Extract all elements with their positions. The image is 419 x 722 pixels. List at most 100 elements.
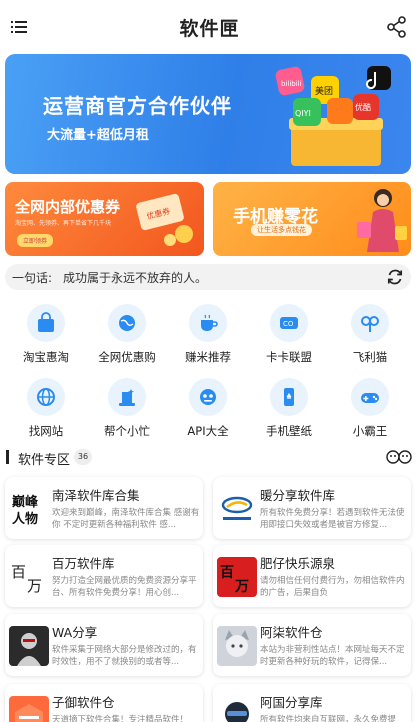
card-title: 阿国分享库 — [260, 695, 323, 710]
claim-coupon-button[interactable]: 立即领券 — [17, 234, 54, 247]
software-section-header: 软件专区 36 — [0, 446, 419, 468]
card-icon: CO — [280, 317, 298, 329]
coupon-ticket-icon: 优惠券 — [136, 193, 193, 246]
cat-girl-avatar-icon — [225, 630, 249, 657]
grid-item-xiaobawang-circle — [351, 378, 389, 416]
nuan-share-logo — [221, 496, 253, 520]
software-card-baiwan[interactable]: 百 万 百万软件库 努力打造全网最优质的免费资源分享平台、所有软件免费分享！用心… — [5, 545, 203, 607]
coupon-promo-card[interactable]: 全网内部优惠券 淘宝网、先领券、再下单省下几千块 立即领券 优惠券 — [5, 182, 204, 256]
grid-item-quanwang-circle — [108, 304, 146, 342]
grid-item-label: 卡卡联盟 — [266, 350, 312, 364]
mascot-faces-icon[interactable] — [385, 448, 413, 466]
software-card-aqi[interactable]: 阿柒软件仓 本站为非营利性站点！本网址每天不定时更新各种好玩的软件，记得保... — [213, 614, 411, 676]
section-accent-bar — [6, 450, 9, 464]
banner-title: 运营商官方合作伙伴 — [43, 94, 232, 118]
card-thumbnail — [217, 489, 257, 529]
shopping-bag-icon — [38, 312, 54, 332]
glasses-icon — [361, 316, 379, 332]
wa-avatar-icon — [17, 633, 41, 666]
grid-item-label: 赚米推荐 — [185, 350, 231, 364]
grid-item-label: 帮个小忙 — [104, 424, 150, 438]
grid-item-bizhi[interactable]: 手机壁纸 — [249, 378, 329, 439]
carrier-partner-banner[interactable]: 运营商官方合作伙伴 大流量+超低月租 bilibili 美团 QIYI 优酷 — [5, 54, 411, 174]
software-card-aguo[interactable]: 阿国分享库 所有软件均来自互联网，永久免费提供！如 — [213, 684, 411, 722]
grid-item-kaka[interactable]: CO 卡卡联盟 — [249, 304, 329, 365]
grid-item-api[interactable]: API大全 — [168, 378, 248, 439]
svg-text:万: 万 — [27, 577, 42, 595]
software-card-nanze[interactable]: 巅峰 人物 南泽软件库合集 欢迎来到巅峰，南泽软件库合集 感谢有你 不定时更新各… — [5, 477, 203, 539]
gamepad-icon — [361, 393, 379, 403]
svg-text:巅峰: 巅峰 — [12, 494, 39, 510]
grid-item-quanwang[interactable]: 全网优惠购 — [87, 304, 167, 365]
coffee-cup-icon — [201, 314, 218, 331]
coupon-promo-desc: 淘宝网、先领券、再下单省下几千块 — [15, 220, 112, 227]
grid-item-kaka-circle: CO — [270, 304, 308, 342]
bilibili-logo-text: bilibili — [281, 80, 302, 88]
grid-item-zhaowangzhan-circle — [27, 378, 65, 416]
daily-quote-bar: 一句话: 成功属于永远不放弃的人。 — [5, 264, 411, 290]
refresh-icon[interactable] — [386, 268, 404, 286]
grid-item-feilimao-circle — [351, 304, 389, 342]
card-description: 努力打造全网最优质的免费资源分享平台、所有软件免费分享！用心创... — [52, 576, 197, 598]
grid-item-zhuanmi[interactable]: 赚米推荐 — [168, 304, 248, 365]
svg-text:万: 万 — [234, 579, 249, 595]
share-icon[interactable] — [387, 16, 407, 38]
card-thumbnail: 百 万 — [9, 557, 49, 597]
card-thumbnail: 百 万 — [217, 557, 257, 597]
card-description: 请勿相信任何付费行为，勿相信软件内的广告，后果自负 — [260, 576, 405, 598]
section-count-badge: 36 — [74, 449, 92, 465]
grid-item-feilimao[interactable]: 飞利猫 — [330, 304, 410, 365]
card-title: 子御软件仓 — [52, 695, 115, 710]
grid-item-label: 飞利猫 — [352, 350, 388, 364]
card-title: 南泽软件库合集 — [52, 488, 140, 503]
robot-face-icon — [200, 389, 216, 405]
meituan-logo-text: 美团 — [315, 85, 333, 97]
globe-icon — [37, 388, 55, 406]
grid-item-zhuanmi-circle — [189, 304, 227, 342]
coupon-promo-title: 全网内部优惠券 — [15, 198, 121, 216]
card-description: 软件采集于网络大部分是修改过的，有时效性，用不了就换别的或者等... — [52, 645, 197, 667]
card-title: WA分享 — [52, 625, 98, 640]
ziyu-mail-logo — [15, 704, 43, 722]
card-title: 百万软件库 — [52, 556, 115, 571]
grid-item-bangmang[interactable]: 帮个小忙 — [87, 378, 167, 439]
card-thumbnail — [217, 696, 257, 722]
grid-item-api-circle — [189, 378, 227, 416]
grid-item-label: 淘宝惠淘 — [23, 350, 69, 364]
iqiyi-logo-text: QIYI — [295, 109, 311, 118]
card-description: 本站为非营利性站点！本网址每天不定时更新各种好玩的软件，记得保... — [260, 645, 405, 667]
top-bar: 软件匣 — [0, 8, 419, 48]
app-title: 软件匣 — [179, 18, 240, 40]
card-description: 欢迎来到巅峰，南泽软件库合集 感谢有你 不定时更新各种福利软件 感... — [52, 508, 200, 530]
grid-item-xiaobawang[interactable]: 小霸王 — [330, 378, 410, 439]
software-card-feizai[interactable]: 百 万 肥仔快乐源泉 请勿相信任何付费行为，勿相信软件内的广告，后果自负 — [213, 545, 411, 607]
grid-item-label: 手机壁纸 — [266, 424, 312, 438]
earn-money-subtitle: 让生活多点钱花 — [251, 224, 312, 236]
grid-item-taobao-circle — [27, 304, 65, 342]
card-title: 暖分享软件库 — [260, 488, 336, 503]
grid-item-label: 全网优惠购 — [98, 350, 156, 364]
grid-item-taobao[interactable]: 淘宝惠淘 — [6, 304, 86, 365]
grid-item-zhaowangzhan[interactable]: 找网站 — [6, 378, 86, 439]
banner-subtitle: 大流量+超低月租 — [47, 128, 149, 143]
ninja-avatar-icon — [225, 702, 249, 722]
grid-item-bangmang-circle — [108, 378, 146, 416]
card-thumbnail: 巅峰 人物 — [9, 489, 49, 529]
svg-text:百: 百 — [11, 563, 26, 581]
card-thumbnail — [9, 626, 49, 666]
software-card-nuanfenxiang[interactable]: 暖分享软件库 所有软件免费分享！若遇到软件无法使用即接口失效或者是被官方修复..… — [213, 477, 411, 539]
card-description: 所有软件免费分享！若遇到软件无法使用即接口失效或者是被官方修复... — [260, 508, 405, 530]
software-card-wa[interactable]: WA分享 软件采集于网络大部分是修改过的，有时效性，用不了就换别的或者等... — [5, 614, 203, 676]
status-bar — [0, 0, 419, 8]
grid-item-label: API大全 — [187, 424, 229, 438]
baiwan-calligraphy-logo: 百 万 — [11, 563, 42, 595]
earn-money-promo-card[interactable]: 手机赚零花 让生活多点钱花 — [213, 182, 411, 256]
card-title: 阿柒软件仓 — [260, 625, 323, 640]
section-title: 软件专区 — [18, 453, 71, 468]
svg-text:人物: 人物 — [12, 511, 38, 527]
app-gift-box-illustration: bilibili 美团 QIYI 优酷 — [275, 66, 391, 166]
grid-item-label: 小霸王 — [352, 424, 388, 438]
software-card-ziyu[interactable]: 子御软件仓 天道摘下软件合集！专注精品软件！ — [5, 684, 203, 722]
youku-logo-text: 优酷 — [355, 102, 371, 112]
quote-label: 一句话: — [12, 271, 53, 285]
